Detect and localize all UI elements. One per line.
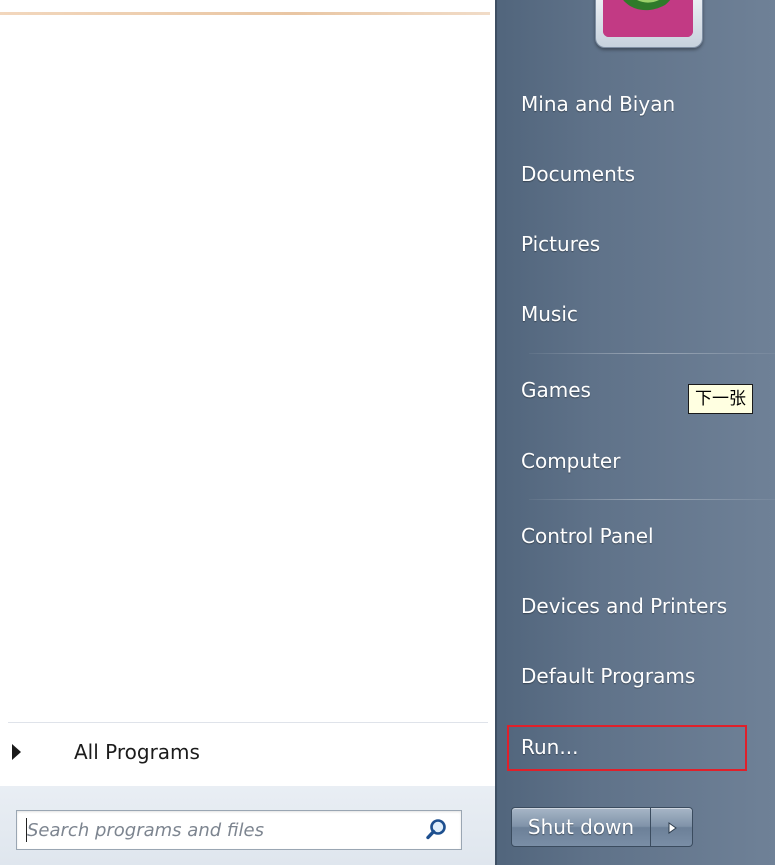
places-item-default-programs[interactable]: Default Programs (521, 652, 771, 700)
all-programs-button[interactable]: All Programs (0, 724, 490, 780)
search-box[interactable] (16, 810, 462, 850)
shutdown-options-button[interactable] (651, 807, 693, 847)
tooltip: 下一张 (688, 384, 753, 414)
places-item-user-folder[interactable]: Mina and Biyan (521, 80, 771, 128)
all-programs-label: All Programs (74, 740, 200, 764)
places-item-music[interactable]: Music (521, 290, 771, 338)
expand-arrow-icon (12, 744, 21, 760)
places-divider (529, 353, 775, 354)
avatar-icon (603, 0, 693, 37)
search-area (0, 786, 495, 865)
pinned-list-divider (0, 12, 490, 15)
search-icon[interactable] (425, 817, 449, 841)
places-item-pictures[interactable]: Pictures (521, 220, 771, 268)
run-highlight-box (507, 725, 747, 771)
shutdown-options-arrow-icon (665, 820, 679, 834)
all-programs-divider (8, 722, 488, 723)
places-item-control-panel[interactable]: Control Panel (521, 512, 771, 560)
user-avatar[interactable] (595, 0, 703, 48)
shutdown-group: Shut down (511, 807, 697, 847)
places-divider (529, 499, 775, 500)
places-item-computer[interactable]: Computer (521, 437, 771, 485)
places-pane: Mina and Biyan Documents Pictures Music … (495, 0, 775, 865)
shutdown-button[interactable]: Shut down (511, 807, 651, 847)
places-item-devices-and-printers[interactable]: Devices and Printers (521, 582, 771, 630)
places-item-documents[interactable]: Documents (521, 150, 771, 198)
programs-pane: All Programs (0, 0, 495, 865)
search-input[interactable] (27, 816, 407, 844)
